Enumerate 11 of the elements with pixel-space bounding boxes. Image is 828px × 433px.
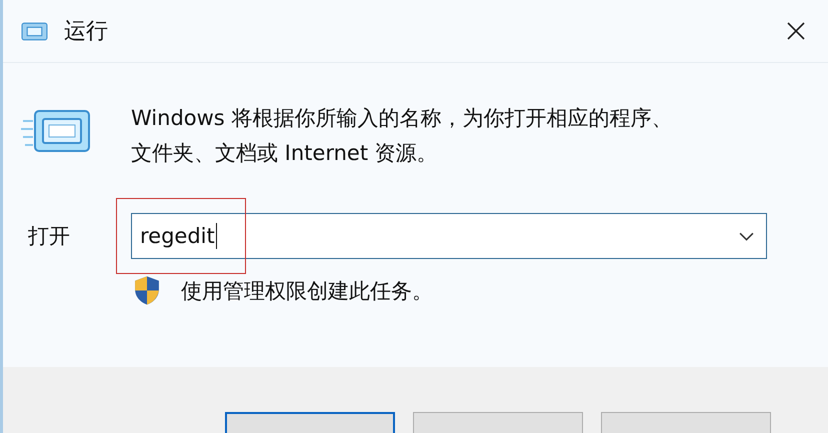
run-icon xyxy=(21,22,48,40)
command-combobox[interactable]: regedit xyxy=(131,213,767,259)
close-icon[interactable] xyxy=(786,21,806,41)
text-cursor xyxy=(216,223,218,249)
description-text: Windows 将根据你所输入的名称，为你打开相应的程序、文件夹、文档或 Internet 资源。 xyxy=(131,105,674,167)
dropdown-chevron-icon[interactable] xyxy=(739,232,754,240)
run-icon xyxy=(21,107,91,155)
admin-note: 使用管理权限创建此任务。 xyxy=(181,278,433,304)
window-title: 运行 xyxy=(64,18,108,46)
field-label: 打开 xyxy=(28,223,71,250)
shield-icon xyxy=(134,275,160,306)
